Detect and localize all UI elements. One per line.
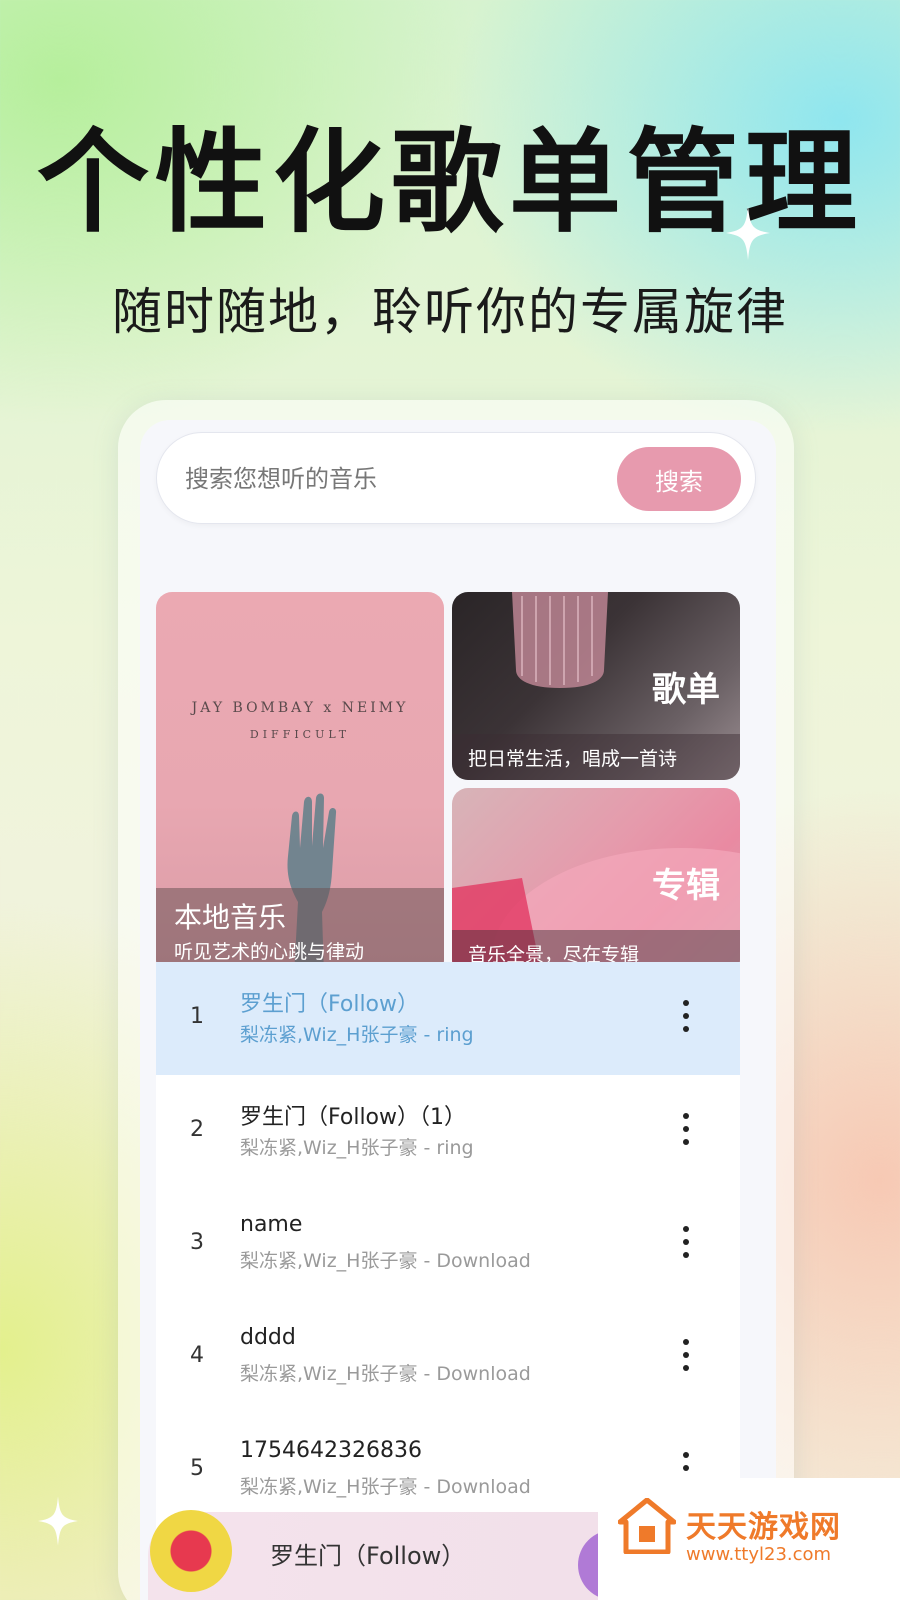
- search-button[interactable]: 搜索: [617, 447, 741, 511]
- more-options-icon[interactable]: [676, 1226, 696, 1258]
- house-logo-icon: [618, 1498, 676, 1554]
- album-artist-text: JAY BOMBAY x NEIMY: [191, 700, 409, 716]
- more-options-icon[interactable]: [676, 1339, 696, 1371]
- playlist-card[interactable]: 歌单 把日常生活，唱成一首诗: [452, 592, 740, 780]
- playlist-subtitle: 把日常生活，唱成一首诗: [468, 748, 678, 770]
- sparkle-icon: [38, 1496, 78, 1546]
- song-title: 罗生门（Follow）: [240, 992, 420, 1017]
- promo-subheadline: 随时随地，聆听你的专属旋律: [112, 283, 788, 341]
- glass-artwork-icon: [512, 592, 608, 688]
- song-title: 1754642326836: [240, 1438, 422, 1463]
- song-title: name: [240, 1212, 303, 1237]
- local-music-title: 本地音乐: [174, 901, 287, 934]
- local-music-subtitle: 听见艺术的心跳与律动: [174, 941, 365, 963]
- song-index: 3: [190, 1230, 204, 1255]
- app-screen: 搜索 JAY BOMBAY x NEIMY DIFFICULT 本地音乐 听见艺…: [140, 420, 776, 1600]
- song-index: 1: [190, 1004, 204, 1029]
- song-row[interactable]: 4 dddd 梨冻紧,Wiz_H张子豪 - Download: [156, 1301, 740, 1414]
- song-title: dddd: [240, 1325, 296, 1350]
- song-artist: 梨冻紧,Wiz_H张子豪 - ring: [240, 1024, 474, 1046]
- song-index: 2: [190, 1117, 204, 1142]
- search-bar: 搜索: [156, 432, 756, 524]
- album-title: 专辑: [652, 866, 720, 906]
- playlist-caption: 把日常生活，唱成一首诗: [452, 734, 740, 780]
- song-artist: 梨冻紧,Wiz_H张子豪 - Download: [240, 1363, 531, 1385]
- now-playing-disc-icon[interactable]: [150, 1510, 232, 1592]
- watermark-url: www.ttyl23.com: [686, 1544, 832, 1565]
- song-row[interactable]: 2 罗生门（Follow）（1） 梨冻紧,Wiz_H张子豪 - ring: [156, 1075, 740, 1188]
- song-title: 罗生门（Follow）（1）: [240, 1105, 467, 1130]
- sparkle-icon: [726, 206, 770, 260]
- song-row[interactable]: 1 罗生门（Follow） 梨冻紧,Wiz_H张子豪 - ring: [156, 962, 740, 1075]
- watermark-name: 天天游戏网: [686, 1510, 841, 1545]
- album-name-text: DIFFICULT: [249, 728, 351, 741]
- now-playing-title[interactable]: 罗生门（Follow）: [270, 1536, 465, 1571]
- song-artist: 梨冻紧,Wiz_H张子豪 - ring: [240, 1137, 474, 1159]
- search-input[interactable]: [185, 459, 585, 499]
- song-artist: 梨冻紧,Wiz_H张子豪 - Download: [240, 1476, 531, 1498]
- playlist-title: 歌单: [652, 670, 720, 710]
- song-artist: 梨冻紧,Wiz_H张子豪 - Download: [240, 1250, 531, 1272]
- song-index: 4: [190, 1343, 204, 1368]
- site-watermark: 天天游戏网 www.ttyl23.com: [598, 1478, 900, 1600]
- local-music-card[interactable]: JAY BOMBAY x NEIMY DIFFICULT 本地音乐 听见艺术的心…: [156, 592, 444, 976]
- song-row[interactable]: 3 name 梨冻紧,Wiz_H张子豪 - Download: [156, 1188, 740, 1301]
- album-card[interactable]: 专辑 音乐全景，尽在专辑: [452, 788, 740, 976]
- more-options-icon[interactable]: [676, 1000, 696, 1032]
- more-options-icon[interactable]: [676, 1113, 696, 1145]
- song-index: 5: [190, 1456, 204, 1481]
